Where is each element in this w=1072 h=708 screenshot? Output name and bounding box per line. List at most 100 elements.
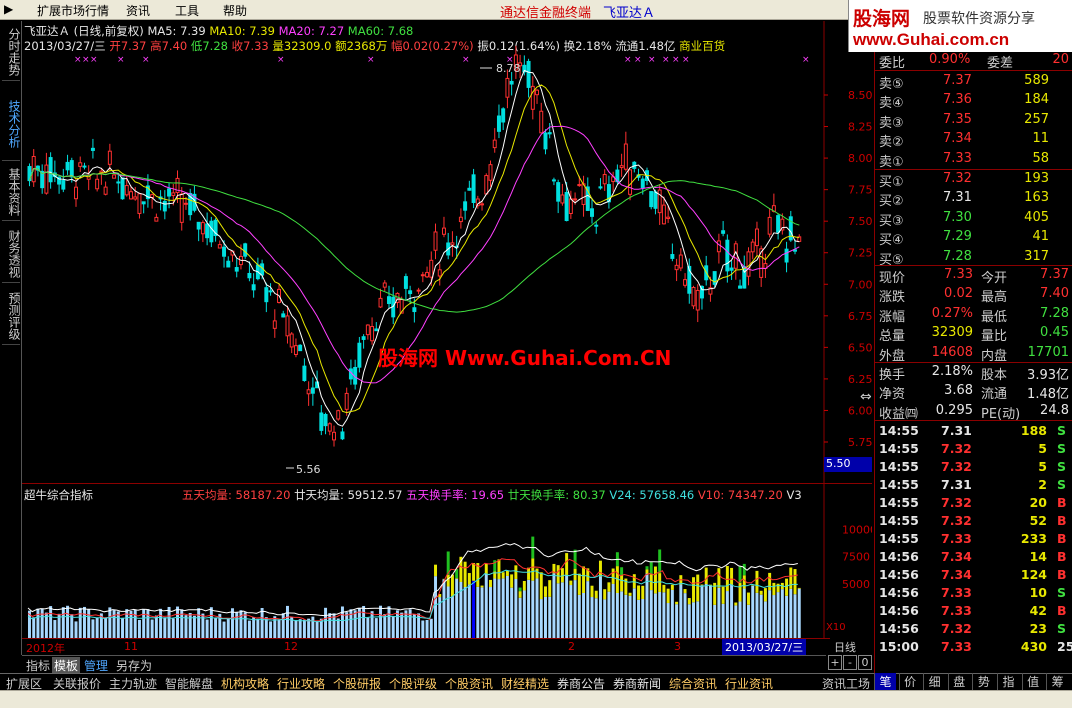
volume-bar [785, 595, 789, 638]
weibi-row: 委比 0.90% 委差 20 [877, 51, 1071, 71]
turnover-bar [730, 567, 734, 585]
stat-value: 2.18% [931, 364, 973, 379]
price-axis-label: 7.25 [848, 247, 872, 260]
volume-bar [544, 596, 547, 638]
tab-technical-analysis[interactable]: 技术分析 [2, 87, 21, 161]
signal-mark: × [462, 55, 470, 65]
candle-body [293, 345, 298, 355]
candle-body [78, 162, 83, 167]
turnover-bar [653, 566, 657, 594]
volume-bar [408, 609, 412, 638]
expand-arrow-icon[interactable]: ⇔ [860, 389, 872, 405]
kline-chart[interactable]: × × × × × × × × × × × × × × × × 8.78 5.56 8.50 8.25 8.00 7… [22, 21, 872, 638]
tab-template[interactable]: 模板 [52, 657, 81, 674]
turnover-bar [489, 579, 492, 588]
volume-bar [611, 583, 615, 638]
right-tab-5[interactable]: 指 [997, 673, 1019, 690]
candle-body [112, 174, 117, 179]
volume-bar [704, 584, 708, 638]
volume-bar [269, 621, 273, 638]
candle-body [162, 200, 167, 212]
sell-row: 卖④ 7.36 184 [877, 91, 1071, 111]
candle-body [327, 423, 332, 432]
stat-value: 1.48亿 [1027, 387, 1069, 403]
right-panel-tabs: 笔价细盘势指值筹 [874, 673, 1072, 690]
signal-bar [573, 549, 577, 569]
volume-bar [277, 619, 281, 638]
right-tab-6[interactable]: 值 [1021, 673, 1044, 690]
sell-volume: 184 [1024, 92, 1049, 108]
menu-item-help[interactable]: 帮助 [223, 2, 247, 19]
candle-body [378, 297, 383, 308]
volume-bar [387, 606, 391, 638]
zoom-out-button[interactable]: - [843, 655, 857, 670]
ma5-line [29, 69, 800, 427]
candle-body [488, 164, 493, 181]
menu-item-tools[interactable]: 工具 [175, 2, 199, 19]
turnover-bar [692, 577, 695, 603]
tab-indicator[interactable]: 指标 [24, 657, 52, 674]
volume-bar [615, 593, 619, 638]
volume-bar [793, 594, 797, 638]
indicator-axis-label: 10000 [842, 524, 872, 537]
candle-body [530, 85, 535, 110]
volume-bar [129, 610, 133, 638]
candle-body [492, 139, 497, 149]
turnover-bar [535, 568, 539, 579]
zoom-reset-button[interactable]: 0 [858, 655, 872, 670]
date-tick-3: 3 [674, 640, 681, 653]
turnover-bar [755, 570, 759, 593]
candle-body [69, 160, 74, 178]
candle-body [302, 365, 307, 382]
tick-side: B [1057, 495, 1067, 510]
volume-bar [40, 608, 44, 638]
tick-row: 14:56 7.34 14 B [877, 548, 1071, 566]
tab-save-as[interactable]: 另存为 [114, 657, 154, 674]
candlesticks[interactable] [27, 45, 802, 447]
turnover-bar [666, 588, 670, 604]
right-tab-0[interactable]: 笔 [874, 673, 896, 690]
sell-price: 7.34 [943, 131, 972, 147]
tab-basic-info[interactable]: 基本资料 [2, 163, 21, 221]
turnover-bar [472, 562, 476, 581]
tab-rating[interactable]: 预测评级 [2, 287, 21, 345]
app-menu-icon[interactable]: ▶ [4, 2, 13, 16]
volume-bar [518, 597, 522, 638]
right-tab-1[interactable]: 价 [898, 673, 921, 690]
candle-body [623, 143, 628, 170]
candle-body [450, 242, 455, 246]
chart-marks: × × × × × × × × × × × × × × × × [74, 55, 810, 469]
volume-bar [582, 593, 586, 638]
volume-bar [594, 598, 598, 638]
sell-volume: 58 [1032, 150, 1049, 166]
right-tab-7[interactable]: 筹 [1046, 673, 1068, 690]
period-label[interactable]: 日线 [834, 639, 856, 655]
tick-row: 14:56 7.32 23 S [877, 620, 1071, 638]
tick-price: 7.32 [941, 441, 972, 456]
tick-side: B [1057, 567, 1067, 582]
sell-price: 7.37 [943, 73, 972, 88]
tab-time-share[interactable]: 分时走势 [2, 23, 21, 81]
right-tab-2[interactable]: 细 [923, 673, 945, 690]
turnover-bar [594, 590, 598, 599]
candle-body [674, 264, 679, 271]
indicator-name[interactable]: 超牛综合指标 [24, 487, 93, 503]
candle-body [526, 60, 531, 88]
tick-time: 14:56 [879, 621, 919, 636]
menu-item-news[interactable]: 资讯 [126, 2, 150, 19]
tab-manage[interactable]: 管理 [82, 657, 110, 674]
signal-mark: × [672, 55, 680, 65]
turnover-bar [632, 574, 636, 589]
right-tab-4[interactable]: 势 [972, 673, 994, 690]
zoom-in-button[interactable]: + [828, 655, 842, 670]
signal-bar [649, 562, 653, 575]
candle-body [441, 227, 446, 235]
turnover-bar [598, 560, 602, 577]
tick-row: 14:55 7.31 2 S [877, 476, 1071, 494]
tab-finance[interactable]: 财务透视 [2, 225, 21, 283]
volume-bar [493, 578, 497, 638]
volume-bar [429, 618, 433, 638]
buy-price: 7.32 [943, 171, 972, 186]
right-tab-3[interactable]: 盘 [947, 673, 970, 690]
menu-item-expand-market[interactable]: 扩展市场行情 [37, 2, 109, 19]
